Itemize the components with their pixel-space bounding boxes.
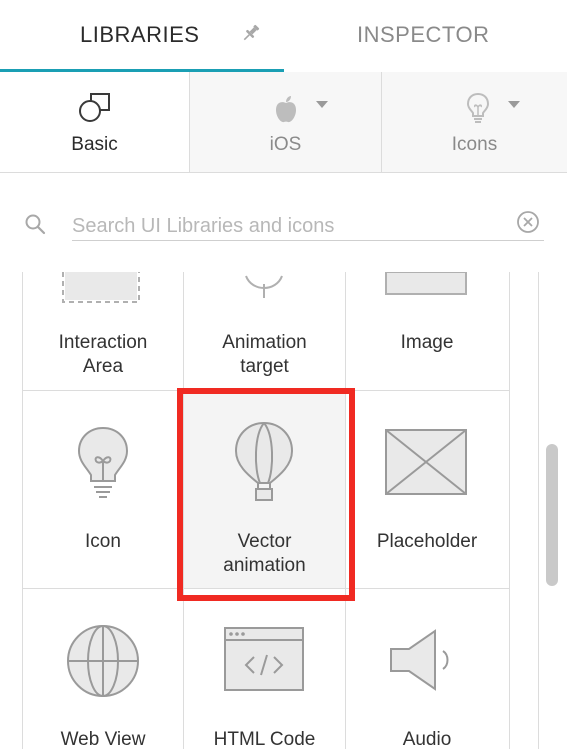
search-bar: [0, 172, 567, 272]
item-label: Audio: [402, 729, 452, 749]
search-input[interactable]: [72, 212, 544, 241]
library-item-image[interactable]: Image: [346, 272, 508, 390]
search-icon: [25, 214, 46, 235]
item-label: Web View: [60, 729, 146, 749]
tab-inspector[interactable]: INSPECTOR: [284, 0, 567, 72]
library-tab-basic[interactable]: Basic: [0, 72, 189, 172]
speaker-icon: [390, 629, 449, 691]
apple-icon: [276, 96, 296, 123]
library-item-interaction-area[interactable]: Interaction Area: [23, 272, 183, 390]
library-item-audio[interactable]: Audio: [346, 589, 508, 749]
lightbulb-icon: [466, 92, 490, 123]
item-label: HTML Code: [213, 729, 316, 749]
library-tab-ios-label: iOS: [269, 134, 302, 155]
chevron-down-icon[interactable]: [316, 101, 328, 108]
target-icon: [245, 275, 283, 298]
panel-tabs: LIBRARIES INSPECTOR: [0, 0, 567, 73]
item-label: Placeholder: [376, 531, 478, 552]
interaction-area-icon: [62, 272, 140, 303]
pin-icon[interactable]: [240, 22, 262, 44]
library-tab-basic-label: Basic: [71, 134, 118, 155]
shapes-icon: [79, 93, 110, 122]
clear-icon[interactable]: [516, 210, 540, 234]
library-tab-icons-label: Icons: [451, 134, 498, 155]
library-item-web-view[interactable]: Web View: [23, 589, 183, 749]
code-window-icon: [224, 627, 304, 691]
selection-highlight: [177, 388, 355, 601]
library-tab-icons[interactable]: Icons: [381, 72, 567, 172]
scrollbar-track[interactable]: [538, 272, 539, 749]
library-tab-ios[interactable]: iOS: [189, 72, 381, 172]
placeholder-icon: [385, 429, 467, 495]
lightbulb-icon: [77, 426, 129, 498]
globe-icon: [67, 625, 139, 697]
scrollbar-thumb[interactable]: [546, 444, 558, 586]
item-label: Interaction Area: [58, 332, 148, 377]
image-icon: [385, 272, 467, 295]
library-grid: Interaction Area Animation target Image: [0, 272, 567, 749]
tab-libraries[interactable]: LIBRARIES: [0, 0, 284, 73]
tab-libraries-label: LIBRARIES: [80, 22, 200, 47]
tab-inspector-label: INSPECTOR: [357, 22, 490, 47]
library-tabs: Basic iOS Icons: [0, 72, 567, 173]
library-item-html-code[interactable]: HTML Code: [184, 589, 345, 749]
item-label: Animation target: [222, 332, 307, 377]
chevron-down-icon[interactable]: [508, 101, 520, 108]
library-item-animation-target[interactable]: Animation target: [184, 272, 345, 390]
library-item-icon[interactable]: Icon: [23, 391, 183, 588]
item-label: Icon: [85, 531, 121, 552]
library-item-placeholder[interactable]: Placeholder: [346, 391, 508, 588]
item-label: Image: [400, 332, 454, 353]
